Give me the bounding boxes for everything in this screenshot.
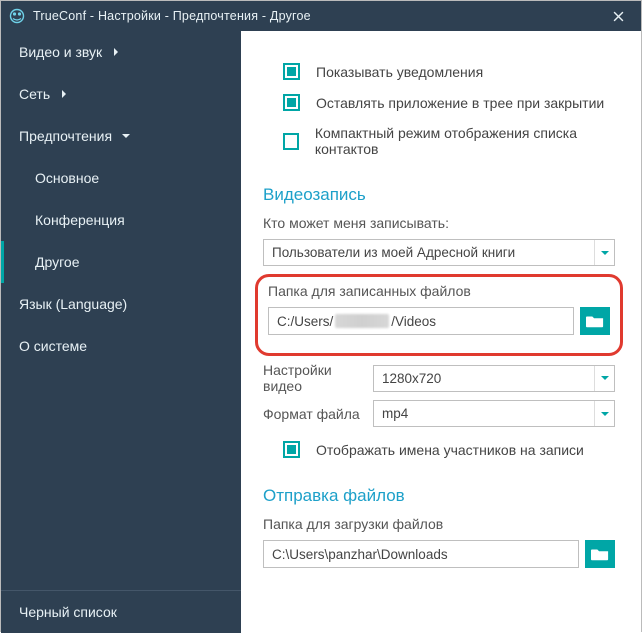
redacted-segment: [335, 314, 389, 328]
sidebar-item-language[interactable]: Язык (Language): [1, 283, 241, 325]
checkbox-icon: [283, 63, 300, 80]
sidebar-item-label: Предпочтения: [19, 128, 112, 144]
highlight-annotation: Папка для записанных файлов C:/Users/ /V…: [255, 274, 623, 356]
sidebar-item-label: О системе: [19, 338, 87, 354]
checkbox-label: Компактный режим отображения списка конт…: [315, 125, 615, 157]
sidebar-item-label: Другое: [35, 254, 79, 270]
sidebar: Видео и звук Сеть Предпочтения Основное …: [1, 31, 241, 633]
path-suffix: /Videos: [391, 314, 436, 329]
checkbox-icon: [283, 441, 300, 458]
checkbox-icon: [283, 94, 300, 111]
dropdown-caret-icon: [594, 240, 614, 265]
chevron-right-icon: [60, 90, 68, 98]
sidebar-item-label: Черный список: [19, 604, 117, 620]
path-value: C:\Users\panzhar\Downloads: [272, 547, 448, 562]
content-pane: Показывать уведомления Оставлять приложе…: [241, 31, 641, 633]
path-prefix: C:/Users/: [277, 314, 333, 329]
window-title: TrueConf - Настройки - Предпочтения - Др…: [33, 9, 596, 23]
sidebar-item-conference[interactable]: Конференция: [1, 199, 241, 241]
app-icon: [9, 8, 25, 24]
folder-icon: [591, 546, 609, 562]
sidebar-item-video-audio[interactable]: Видео и звук: [1, 31, 241, 73]
sidebar-item-main[interactable]: Основное: [1, 157, 241, 199]
dropdown-caret-icon: [594, 366, 614, 391]
section-video-heading: Видеозапись: [263, 185, 615, 205]
checkbox-show-names[interactable]: Отображать имена участников на записи: [283, 441, 615, 458]
label-record-folder: Папка для записанных файлов: [268, 283, 610, 299]
select-file-format[interactable]: mp4: [373, 400, 615, 427]
checkbox-tray[interactable]: Оставлять приложение в трее при закрытии: [283, 94, 615, 111]
sidebar-item-about[interactable]: О системе: [1, 325, 241, 367]
sidebar-item-preferences[interactable]: Предпочтения: [1, 115, 241, 157]
browse-download-folder-button[interactable]: [585, 540, 615, 568]
input-download-folder[interactable]: C:\Users\panzhar\Downloads: [263, 540, 579, 568]
chevron-right-icon: [112, 48, 120, 56]
label-video-settings: Настройки видео: [263, 362, 373, 394]
close-icon: [613, 11, 624, 22]
checkbox-label: Отображать имена участников на записи: [316, 442, 584, 458]
checkbox-label: Показывать уведомления: [316, 64, 483, 80]
checkbox-compact[interactable]: Компактный режим отображения списка конт…: [283, 125, 615, 157]
browse-record-folder-button[interactable]: [580, 307, 610, 335]
sidebar-item-label: Видео и звук: [19, 44, 102, 60]
select-value: mp4: [382, 406, 408, 421]
section-send-heading: Отправка файлов: [263, 486, 615, 506]
folder-icon: [586, 313, 604, 329]
input-record-folder[interactable]: C:/Users/ /Videos: [268, 307, 574, 335]
sidebar-item-label: Сеть: [19, 86, 50, 102]
label-download-folder: Папка для загрузки файлов: [263, 516, 615, 532]
label-file-format: Формат файла: [263, 406, 373, 422]
sidebar-item-network[interactable]: Сеть: [1, 73, 241, 115]
select-value: 1280x720: [382, 371, 441, 386]
sidebar-item-blacklist[interactable]: Черный список: [1, 591, 241, 633]
sidebar-item-label: Язык (Language): [19, 296, 127, 312]
close-button[interactable]: [596, 1, 641, 31]
sidebar-item-label: Конференция: [35, 212, 125, 228]
checkbox-notifications[interactable]: Показывать уведомления: [283, 63, 615, 80]
sidebar-item-other[interactable]: Другое: [1, 241, 241, 283]
select-value: Пользователи из моей Адресной книги: [272, 245, 515, 260]
dropdown-caret-icon: [594, 401, 614, 426]
sidebar-item-label: Основное: [35, 170, 99, 186]
checkbox-label: Оставлять приложение в трее при закрытии: [316, 95, 604, 111]
select-video-settings[interactable]: 1280x720: [373, 365, 615, 392]
select-who-can-record[interactable]: Пользователи из моей Адресной книги: [263, 239, 615, 266]
title-bar: TrueConf - Настройки - Предпочтения - Др…: [1, 1, 641, 31]
label-who-can-record: Кто может меня записывать:: [263, 215, 615, 231]
checkbox-icon: [283, 133, 299, 150]
chevron-down-icon: [122, 132, 130, 140]
